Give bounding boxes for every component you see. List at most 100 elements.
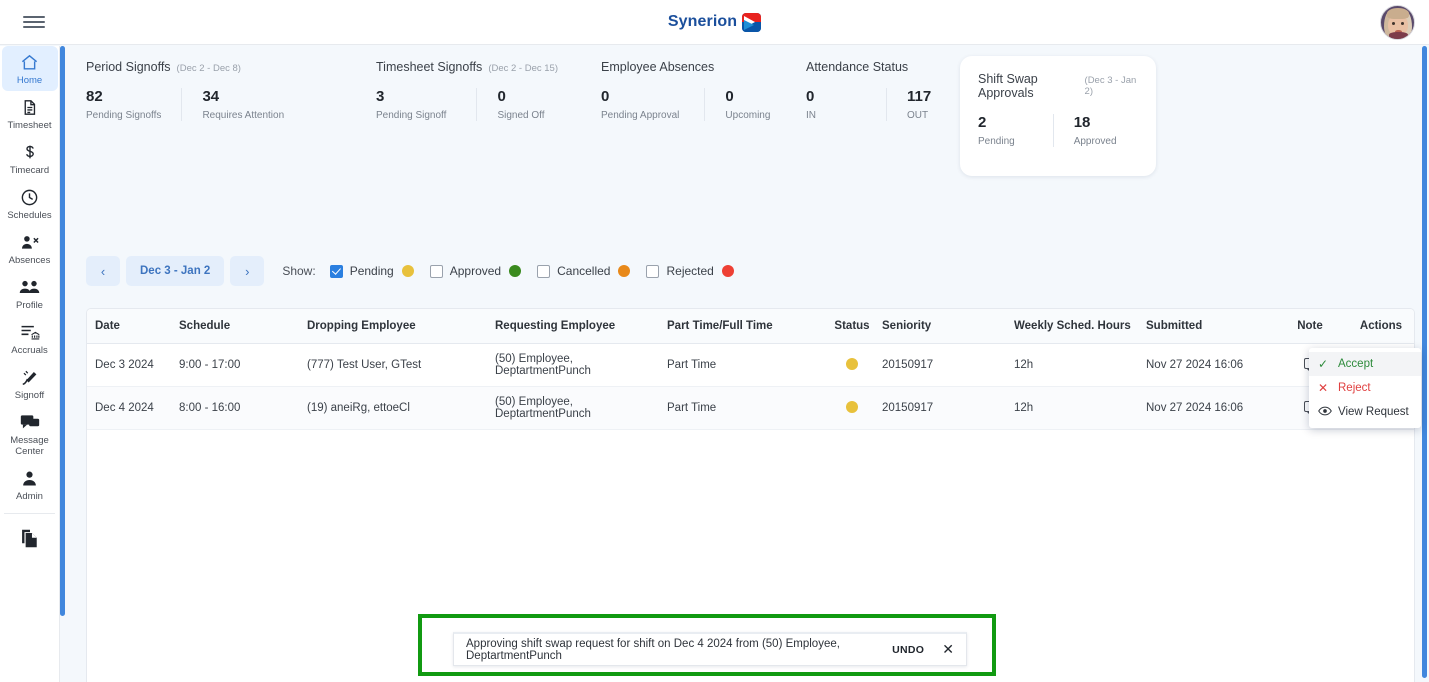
kpi-cell[interactable]: 0 Pending Approval xyxy=(601,88,704,121)
checkbox-pending[interactable] xyxy=(329,264,343,278)
cell-submitted: Nov 27 2024 16:06 xyxy=(1146,386,1274,430)
sidebar-item-label: Accruals xyxy=(11,345,48,356)
kpi-cell[interactable]: 18 Approved xyxy=(1052,114,1137,147)
status-dot-approved xyxy=(509,265,522,277)
status-dot-rejected xyxy=(721,265,734,277)
chat-icon xyxy=(2,412,58,432)
sidebar-item-absences[interactable]: Absences xyxy=(2,226,58,271)
close-icon[interactable]: ✕ xyxy=(942,641,954,658)
kpi-cell[interactable]: 0 Upcoming xyxy=(704,88,790,121)
kpi-title: Attendance Status xyxy=(806,60,909,74)
column-header-requesting[interactable]: Requesting Employee xyxy=(495,309,667,344)
context-menu-item-view-request[interactable]: View Request xyxy=(1309,400,1421,424)
sidebar-item-reports[interactable] xyxy=(2,522,58,556)
date-range-button[interactable]: Dec 3 - Jan 2 xyxy=(126,256,225,286)
filter-rejected[interactable]: Rejected xyxy=(646,264,734,278)
next-period-button[interactable]: › xyxy=(230,256,265,286)
page-scrollbar[interactable] xyxy=(1422,46,1427,678)
table-header-row: Date Schedule Dropping Employee Requesti… xyxy=(87,309,1414,344)
checkbox-cancelled[interactable] xyxy=(537,264,551,278)
kpi-cell[interactable]: 117 OUT xyxy=(886,88,951,121)
kpi-label: Pending xyxy=(978,136,1015,147)
column-header-status[interactable]: Status xyxy=(822,309,882,344)
x-icon: ✕ xyxy=(1318,381,1329,395)
kpi-label: IN xyxy=(806,110,816,121)
column-header-dropping[interactable]: Dropping Employee xyxy=(307,309,495,344)
top-bar: Synerion xyxy=(0,0,1429,45)
cell-requesting: (50) Employee, DeptartmentPunch xyxy=(495,343,667,387)
status-dot-cancelled xyxy=(618,265,631,277)
cell-seniority: 20150917 xyxy=(882,386,1014,430)
avatar[interactable] xyxy=(1380,5,1415,40)
cell-date: Dec 3 2024 xyxy=(87,343,179,387)
sidebar-item-signoff[interactable]: Signoff xyxy=(2,361,58,406)
sidebar-item-label: Signoff xyxy=(14,390,45,401)
cell-hours: 12h xyxy=(1014,386,1146,430)
kpi-range: (Dec 3 - Jan 2) xyxy=(1084,75,1137,97)
sidebar-item-admin[interactable]: Admin xyxy=(2,462,58,507)
sidebar-scrollbar[interactable] xyxy=(60,46,65,616)
context-menu-item-accept[interactable]: ✓ Accept xyxy=(1309,352,1421,376)
column-header-note[interactable]: Note xyxy=(1274,309,1346,344)
sidebar-item-schedules[interactable]: Schedules xyxy=(2,181,58,226)
kpi-value: 18 xyxy=(1073,114,1091,131)
filter-label: Rejected xyxy=(666,264,714,278)
filter-label: Pending xyxy=(349,264,394,278)
kpi-cell[interactable]: 82 Pending Signoffs xyxy=(86,88,181,121)
kpi-value: 0 xyxy=(725,88,734,105)
cell-status xyxy=(822,386,882,430)
snackbar-undo-button[interactable]: UNDO xyxy=(892,644,924,656)
sidebar-item-accruals[interactable]: Accruals xyxy=(2,316,58,361)
kpi-card-shift-swap-approvals[interactable]: Shift Swap Approvals (Dec 3 - Jan 2) 2 P… xyxy=(960,56,1156,176)
column-header-schedule[interactable]: Schedule xyxy=(179,309,307,344)
kpi-cell[interactable]: 3 Pending Signoff xyxy=(376,88,476,121)
sidebar-item-timecard[interactable]: Timecard xyxy=(2,136,58,181)
kpi-period-signoffs: Period Signoffs (Dec 2 - Dec 8) 82 Pendi… xyxy=(86,60,376,164)
cell-submitted: Nov 27 2024 16:06 xyxy=(1146,343,1274,387)
cell-schedule: 8:00 - 16:00 xyxy=(179,386,307,430)
kpi-label: Approved xyxy=(1073,136,1117,147)
context-menu-label: View Request xyxy=(1338,406,1409,418)
cell-parttime: Part Time xyxy=(667,343,822,387)
sidebar-item-timesheet[interactable]: Timesheet xyxy=(2,91,58,136)
filter-approved[interactable]: Approved xyxy=(429,264,522,278)
kpi-cell[interactable]: 2 Pending xyxy=(978,114,1053,147)
pen-signature-icon xyxy=(2,367,58,387)
kpi-title: Shift Swap Approvals xyxy=(978,72,1038,100)
column-header-hours[interactable]: Weekly Sched. Hours xyxy=(1014,309,1146,344)
cell-dropping: (777) Test User, GTest xyxy=(307,343,495,387)
filter-pending[interactable]: Pending xyxy=(329,264,414,278)
kpi-cell[interactable]: 34 Requires Attention xyxy=(181,88,304,121)
sidebar-item-home[interactable]: Home xyxy=(1,46,58,91)
document-icon xyxy=(2,97,58,117)
checkbox-rejected[interactable] xyxy=(646,264,660,278)
column-header-seniority[interactable]: Seniority xyxy=(882,309,1014,344)
kpi-cell[interactable]: 0 Signed Off xyxy=(476,88,564,121)
column-header-date[interactable]: Date xyxy=(87,309,179,344)
filter-cancelled[interactable]: Cancelled xyxy=(537,264,631,278)
column-header-parttime[interactable]: Part Time/Full Time xyxy=(667,309,822,344)
sidebar-item-profile[interactable]: Profile xyxy=(2,271,58,316)
column-header-submitted[interactable]: Submitted xyxy=(1146,309,1274,344)
list-bank-icon xyxy=(2,322,58,342)
sidebar-item-label: Timecard xyxy=(9,165,50,176)
snackbar-message: Approving shift swap request for shift o… xyxy=(466,637,840,662)
kpi-value: 34 xyxy=(202,88,220,105)
table-row[interactable]: Dec 4 2024 8:00 - 16:00 (19) aneiRg, ett… xyxy=(87,386,1414,430)
status-dot xyxy=(846,400,858,413)
hamburger-icon[interactable] xyxy=(12,16,56,28)
kpi-title: Employee Absences xyxy=(601,60,715,74)
kpi-value: 0 xyxy=(601,88,610,105)
sidebar-item-label: Home xyxy=(16,75,43,86)
kpi-value: 117 xyxy=(907,88,932,105)
column-header-actions[interactable]: Actions xyxy=(1346,309,1414,344)
table-row[interactable]: Dec 3 2024 9:00 - 17:00 (777) Test User,… xyxy=(87,343,1414,387)
checkbox-approved[interactable] xyxy=(429,264,443,278)
kpi-value: 0 xyxy=(497,88,506,105)
status-dot-pending xyxy=(401,265,414,277)
prev-period-button[interactable]: ‹ xyxy=(86,256,120,286)
context-menu-item-reject[interactable]: ✕ Reject xyxy=(1309,376,1421,400)
home-icon xyxy=(2,52,58,72)
sidebar-item-message-center[interactable]: Message Center xyxy=(2,406,58,462)
kpi-cell[interactable]: 0 IN xyxy=(806,88,886,121)
